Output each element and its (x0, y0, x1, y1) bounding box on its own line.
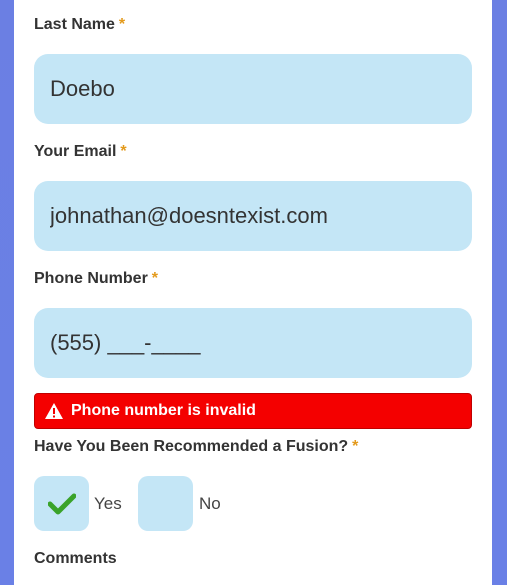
email-label: Your Email * (34, 143, 127, 160)
email-input[interactable] (34, 181, 472, 251)
warning-icon (45, 403, 63, 419)
last-name-input[interactable] (34, 54, 472, 124)
comments-label: Comments (34, 550, 117, 567)
checkmark-icon (47, 493, 76, 514)
required-mark: * (118, 16, 126, 33)
phone-error-text: Phone number is invalid (71, 402, 256, 419)
required-mark: * (151, 270, 159, 287)
recommended-label: Have You Been Recommended a Fusion? * (34, 438, 359, 455)
recommended-no-checkbox[interactable] (138, 476, 193, 531)
last-name-label: Last Name * (34, 16, 126, 33)
required-mark: * (352, 438, 359, 455)
required-mark: * (120, 143, 127, 160)
phone-label: Phone Number * (34, 270, 159, 287)
recommended-yes-checkbox[interactable] (34, 476, 89, 531)
phone-input[interactable] (34, 308, 472, 378)
phone-error-banner: Phone number is invalid (34, 393, 472, 429)
recommended-no-label[interactable]: No (199, 494, 221, 514)
recommended-yes-label[interactable]: Yes (94, 494, 122, 514)
